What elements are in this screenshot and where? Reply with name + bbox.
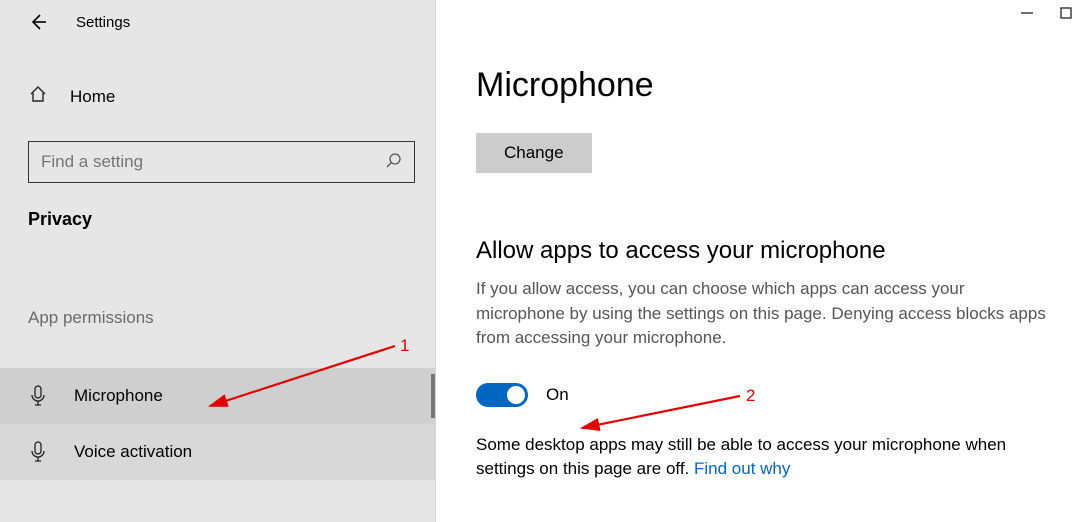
microphone-icon	[28, 385, 48, 407]
change-button[interactable]: Change	[476, 133, 592, 173]
find-out-why-link[interactable]: Find out why	[694, 459, 790, 478]
sidebar-item-voice-activation[interactable]: Voice activation	[0, 424, 435, 480]
maximize-button[interactable]	[1060, 6, 1072, 25]
home-label: Home	[70, 87, 115, 107]
home-icon	[28, 84, 48, 109]
footnote: Some desktop apps may still be able to a…	[476, 433, 1054, 481]
titlebar: Settings	[0, 0, 435, 44]
search-box[interactable]	[28, 141, 415, 183]
sidebar-item-microphone[interactable]: Microphone	[0, 368, 435, 424]
minimize-button[interactable]	[1020, 6, 1034, 25]
sidebar-item-label: Voice activation	[74, 442, 192, 462]
window-title: Settings	[76, 14, 130, 31]
search-icon	[386, 152, 402, 173]
sidebar: Settings Home Privacy App permissions Mi…	[0, 0, 436, 522]
page-title: Microphone	[476, 66, 1054, 105]
section-title: Allow apps to access your microphone	[476, 237, 1054, 265]
search-input[interactable]	[41, 152, 386, 172]
toggle-knob	[507, 386, 525, 404]
back-icon[interactable]	[28, 12, 48, 32]
allow-apps-toggle[interactable]	[476, 383, 528, 407]
window-controls	[1020, 6, 1072, 25]
category-header: Privacy	[0, 193, 435, 230]
content: Microphone Change Allow apps to access y…	[436, 0, 1080, 522]
voice-activation-icon	[28, 441, 48, 463]
allow-apps-toggle-row: On	[476, 383, 1054, 407]
toggle-state-label: On	[546, 385, 569, 405]
sidebar-item-home[interactable]: Home	[0, 74, 435, 119]
group-header: App permissions	[0, 308, 435, 328]
search-container	[0, 131, 435, 193]
section-description: If you allow access, you can choose whic…	[476, 277, 1054, 351]
sidebar-item-label: Microphone	[74, 386, 163, 406]
